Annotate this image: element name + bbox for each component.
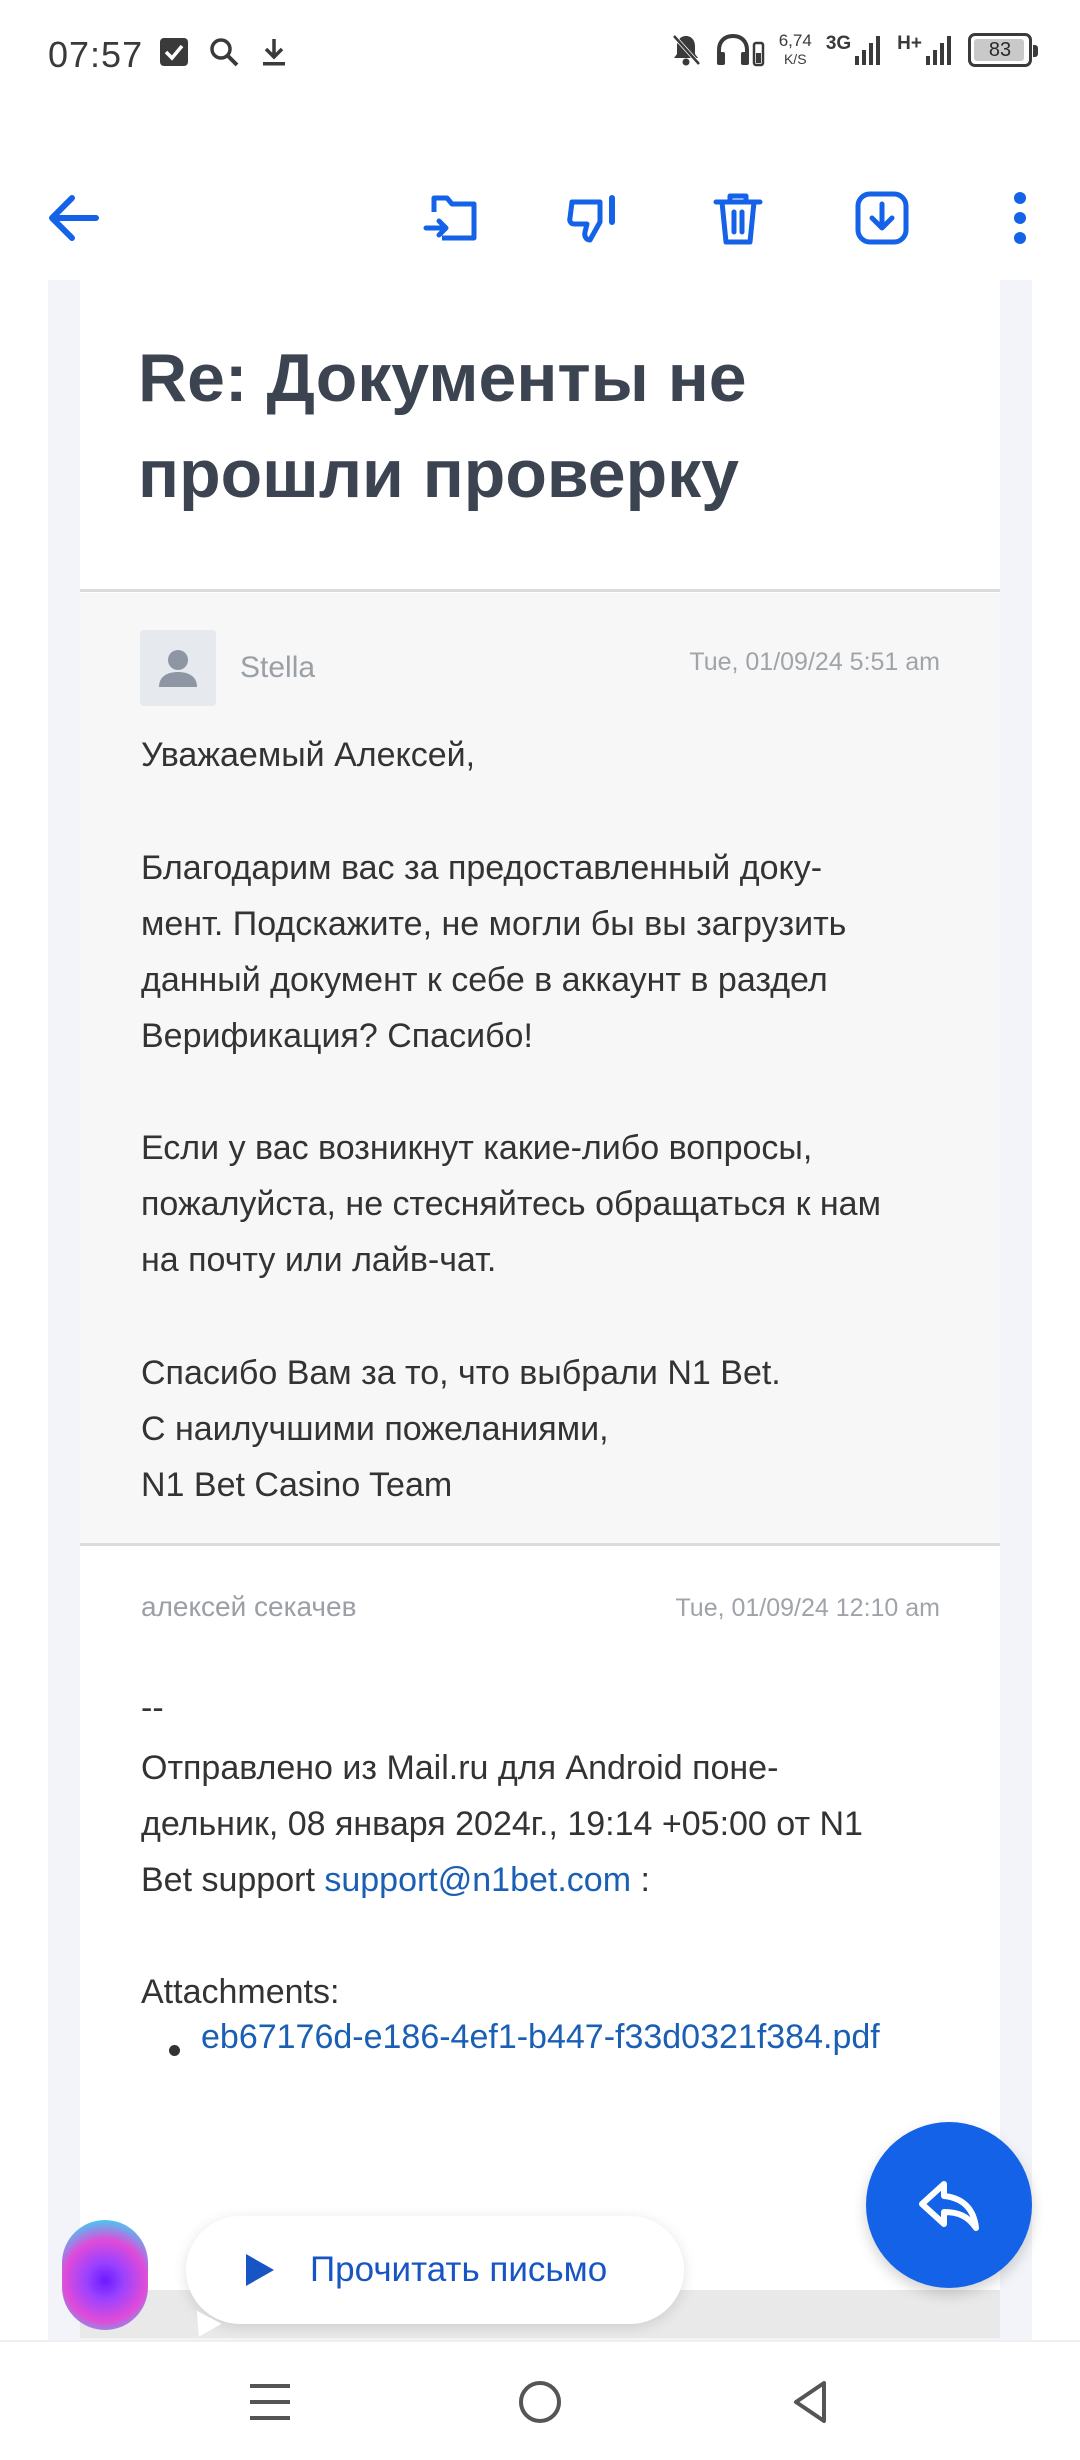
status-system-icons: 6,74 K/S 3G H+ 83 [671, 31, 1038, 68]
bell-off-icon [672, 34, 701, 66]
menu-lines-icon [250, 2384, 290, 2420]
spam-button[interactable] [546, 170, 642, 266]
voice-assistant-button[interactable] [62, 2220, 148, 2330]
avatar [140, 630, 216, 706]
download-box-icon [855, 191, 909, 245]
delete-button[interactable] [690, 170, 786, 266]
battery-icon: 83 [968, 33, 1038, 67]
read-aloud-label: Прочитать письмо [310, 2250, 608, 2289]
status-notification-icons [158, 36, 290, 68]
attachments-label: Attachments: [141, 1973, 340, 2011]
search-icon [210, 38, 239, 67]
signal-3g: 3G [826, 34, 883, 66]
support-email-link[interactable]: support@n1bet.com [324, 1861, 631, 1899]
list-bullet [169, 2045, 180, 2056]
recents-button[interactable] [230, 2362, 310, 2442]
signal-bars-icon [855, 36, 881, 65]
play-icon [246, 2254, 274, 2286]
reply-icon [919, 2181, 979, 2231]
headphones-icon [716, 33, 764, 67]
quote-header-tail: Bet support support@n1bet.com : [141, 1861, 650, 1899]
triangle-back-icon [794, 2381, 826, 2423]
system-nav-bar [0, 2340, 1080, 2460]
reply-button[interactable] [866, 2122, 1032, 2288]
download-icon [263, 39, 285, 66]
signature-separator: -- [141, 1689, 164, 1727]
checkbox-icon [160, 38, 188, 66]
read-aloud-button[interactable]: Прочитать письмо [186, 2216, 684, 2324]
message-toolbar [0, 170, 1080, 266]
signal-bars-icon [926, 36, 951, 65]
more-vertical-icon [1014, 192, 1026, 244]
home-button[interactable] [500, 2362, 580, 2442]
signature: Спасибо Вам за то, что выбрали N1 Bet. С… [141, 1354, 781, 1504]
sender-name: алексей секачев [141, 1591, 357, 1622]
nav-back-button[interactable] [770, 2362, 850, 2442]
attachment-link[interactable]: eb67176d-e186-4ef1-b447-f33d0321f384.pdf [201, 2018, 880, 2057]
back-button[interactable] [26, 170, 122, 266]
status-bar: 07:57 6,74 K/S 3G H+ 83 [0, 0, 1080, 110]
divider [80, 589, 1000, 592]
body-paragraph: Если у вас возникнут какие-либо вопросы,… [141, 1129, 881, 1279]
thumbs-down-icon [567, 195, 615, 243]
quote-header: Отправлено из Mail.ru для Android поне- … [141, 1749, 863, 1843]
home-circle-icon [519, 2381, 561, 2423]
email-subject: Re: Документы не прошли проверку [138, 340, 747, 512]
status-time: 07:57 [48, 34, 144, 75]
message-date: Tue, 01/09/24 12:10 am [675, 1594, 940, 1622]
move-to-folder-button[interactable] [404, 170, 500, 266]
archive-button[interactable] [834, 170, 930, 266]
net-speed: 6,74 K/S [778, 31, 812, 68]
divider [80, 1543, 1000, 1546]
more-options-button[interactable] [972, 170, 1068, 266]
person-icon [159, 650, 197, 687]
trash-icon [713, 193, 763, 245]
signal-hplus: H+ [897, 34, 954, 66]
message-date: Tue, 01/09/24 5:51 am [689, 648, 940, 676]
greeting: Уважаемый Алексей, [141, 736, 476, 774]
arrow-left-icon [49, 195, 99, 241]
folder-move-icon [423, 195, 477, 241]
sender-name: Stella [240, 651, 316, 684]
body-paragraph: Благодарим вас за предоставленный доку- … [141, 849, 847, 1055]
